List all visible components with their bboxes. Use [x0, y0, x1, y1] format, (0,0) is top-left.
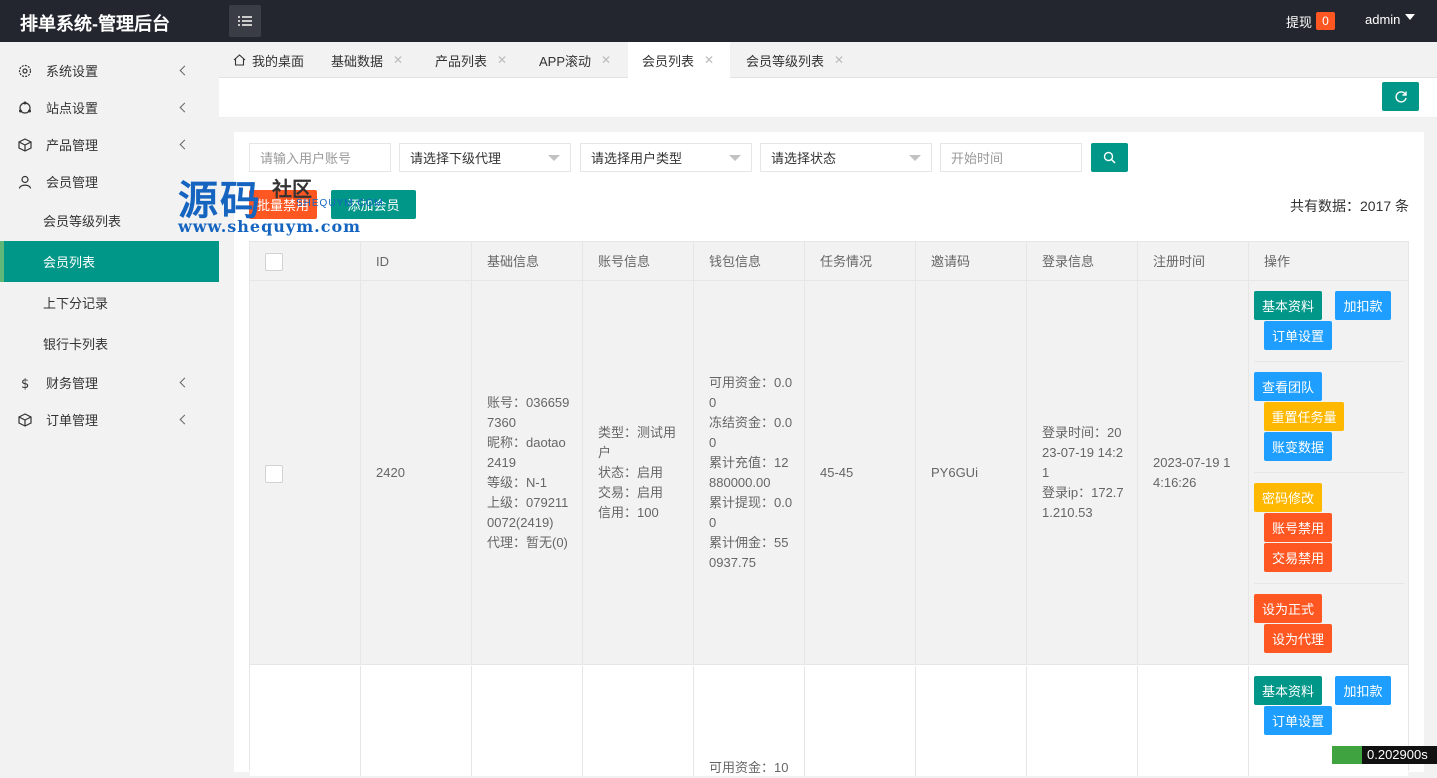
add-deduct-button[interactable]: 加扣款	[1335, 676, 1391, 705]
sidebar-item-bank-cards[interactable]: 银行卡列表	[0, 323, 219, 364]
cube-icon	[18, 137, 32, 152]
withdraw-badge: 0	[1316, 12, 1335, 30]
row-invite-code: PY6GUi	[931, 465, 978, 480]
header-basic: 基础信息	[472, 242, 583, 281]
status-select[interactable]: 请选择状态	[760, 143, 932, 172]
change-password-button[interactable]: 密码修改	[1254, 483, 1322, 512]
account-search-input[interactable]: 请输入用户账号	[249, 143, 391, 172]
tab-product-list[interactable]: 产品列表 ✕	[435, 42, 507, 78]
set-agent-button[interactable]: 设为代理	[1264, 624, 1332, 653]
row-task: 45-45	[820, 465, 854, 480]
chevron-left-icon	[179, 377, 190, 388]
header-account: 账号信息	[583, 242, 694, 281]
refresh-icon	[1394, 90, 1407, 103]
sidebar: 系统设置 站点设置 产品管理 会员管理 会员等级列表 会员列表 上下分记录 银行…	[0, 42, 219, 764]
header-select-all	[250, 242, 361, 281]
header-wallet: 钱包信息	[694, 242, 805, 281]
list-icon	[238, 16, 252, 26]
disable-account-button[interactable]: 账号禁用	[1264, 513, 1332, 542]
sidebar-item-system-settings[interactable]: 系统设置	[0, 52, 219, 89]
row-id: 2420	[376, 465, 405, 480]
dropdown-arrow-icon	[729, 155, 741, 161]
row-account-info: 类型：测试用户状态：启用 交易：启用 信用：100	[598, 425, 677, 520]
table-row: 2420 账号：036659 7360 昵称：daotao 2419 等级：N-1 上级：…	[250, 281, 1408, 665]
header-invite: 邀请码	[916, 242, 1027, 281]
header-id: ID	[361, 242, 472, 281]
tab-member-levels[interactable]: 会员等级列表 ✕	[746, 42, 844, 78]
agent-select[interactable]: 请选择下级代理	[399, 143, 571, 172]
search-button[interactable]	[1091, 143, 1128, 172]
chevron-left-icon	[179, 102, 190, 113]
site-icon	[19, 101, 31, 114]
search-icon	[1103, 151, 1116, 164]
row-wallet-info: 可用资金：0.0 0 冻结资金：0.0 0 累计充值：12 880000.00 累计提现：0…	[709, 375, 793, 570]
sidebar-item-points-records[interactable]: 上下分记录	[0, 282, 219, 323]
debug-logo	[1332, 746, 1362, 764]
close-icon[interactable]: ✕	[704, 53, 714, 67]
menu-toggle-button[interactable]	[229, 5, 261, 37]
view-team-button[interactable]: 查看团队	[1254, 372, 1322, 401]
sidebar-item-product-management[interactable]: 产品管理	[0, 126, 219, 163]
table-header: ID 基础信息 账号信息 钱包信息 任务情况 邀请码 登录信息 注册时间 操作	[250, 242, 1408, 281]
user-type-select[interactable]: 请选择用户类型	[580, 143, 752, 172]
withdraw-link[interactable]: 提现	[1286, 12, 1312, 31]
close-icon[interactable]: ✕	[393, 53, 403, 67]
user-icon	[18, 175, 32, 189]
top-bar: 排单系统-管理后台 提现 0 admin	[0, 0, 1437, 42]
cube-icon	[18, 412, 32, 427]
sidebar-item-site-settings[interactable]: 站点设置	[0, 89, 219, 126]
order-settings-button[interactable]: 订单设置	[1264, 706, 1332, 735]
sidebar-item-finance-management[interactable]: $ 财务管理	[0, 364, 219, 401]
user-menu[interactable]: admin	[1365, 12, 1400, 27]
svg-text:$: $	[21, 377, 29, 390]
total-count: 共有数据：2017 条	[1290, 198, 1410, 214]
reset-tasks-button[interactable]: 重置任务量	[1264, 402, 1344, 431]
tab-member-list[interactable]: 会员列表 ✕	[628, 42, 730, 78]
disable-trade-button[interactable]: 交易禁用	[1264, 543, 1332, 572]
start-time-input[interactable]: 开始时间	[940, 143, 1082, 172]
member-table: ID 基础信息 账号信息 钱包信息 任务情况 邀请码 登录信息 注册时间 操作 …	[249, 241, 1409, 776]
tab-bar: 我的桌面 基础数据 ✕ 产品列表 ✕ APP滚动 ✕ 会员列表 ✕ 会员等级列表 ✕	[219, 42, 1437, 78]
caret-down-icon[interactable]	[1405, 14, 1415, 20]
header-task: 任务情况	[805, 242, 916, 281]
app-title: 排单系统-管理后台	[20, 14, 170, 34]
dropdown-arrow-icon	[548, 155, 560, 161]
row-register-time: 2023-07-19 1 4:16:26	[1153, 455, 1231, 490]
debug-timer: 0.202900s	[1362, 746, 1437, 764]
row-checkbox[interactable]	[265, 465, 283, 483]
header-register: 注册时间	[1138, 242, 1249, 281]
close-icon[interactable]: ✕	[601, 53, 611, 67]
tab-app-scroll[interactable]: APP滚动 ✕	[539, 42, 611, 78]
account-changes-button[interactable]: 账变数据	[1264, 432, 1332, 461]
home-icon	[233, 54, 246, 66]
dollar-icon: $	[21, 377, 29, 390]
tab-my-desktop[interactable]: 我的桌面	[233, 42, 304, 78]
gear-icon	[18, 64, 32, 77]
set-official-button[interactable]: 设为正式	[1254, 594, 1322, 623]
watermark-url: www.shequym.com	[178, 217, 362, 236]
watermark-en: SHEQUYM.COM	[296, 198, 384, 209]
chevron-left-icon	[179, 139, 190, 150]
sidebar-item-order-management[interactable]: 订单管理	[0, 401, 219, 438]
page-toolbar	[219, 78, 1437, 118]
refresh-button[interactable]	[1382, 82, 1419, 111]
select-all-checkbox[interactable]	[265, 253, 283, 271]
table-row: 可用资金：10 基本资料 加扣款 订单设置	[250, 666, 1408, 776]
add-deduct-button[interactable]: 加扣款	[1335, 291, 1391, 320]
row-login-info: 登录时间：20 23-07-19 14:2 1 登录ip：172.7 1.210.53	[1042, 425, 1124, 520]
chevron-left-icon	[179, 65, 190, 76]
header-login: 登录信息	[1027, 242, 1138, 281]
row-wallet-info: 可用资金：10	[709, 760, 789, 775]
close-icon[interactable]: ✕	[834, 53, 844, 67]
close-icon[interactable]: ✕	[497, 53, 507, 67]
basic-info-button[interactable]: 基本资料	[1254, 291, 1322, 320]
basic-info-button[interactable]: 基本资料	[1254, 676, 1322, 705]
row-basic-info: 账号：036659 7360 昵称：daotao 2419 等级：N-1 上级：07921…	[487, 395, 570, 550]
header-ops: 操作	[1264, 254, 1291, 269]
tab-basic-data[interactable]: 基础数据 ✕	[331, 42, 403, 78]
chevron-left-icon	[179, 414, 190, 425]
order-settings-button[interactable]: 订单设置	[1264, 321, 1332, 350]
sidebar-item-member-list[interactable]: 会员列表	[0, 241, 219, 282]
dropdown-arrow-icon	[909, 155, 921, 161]
